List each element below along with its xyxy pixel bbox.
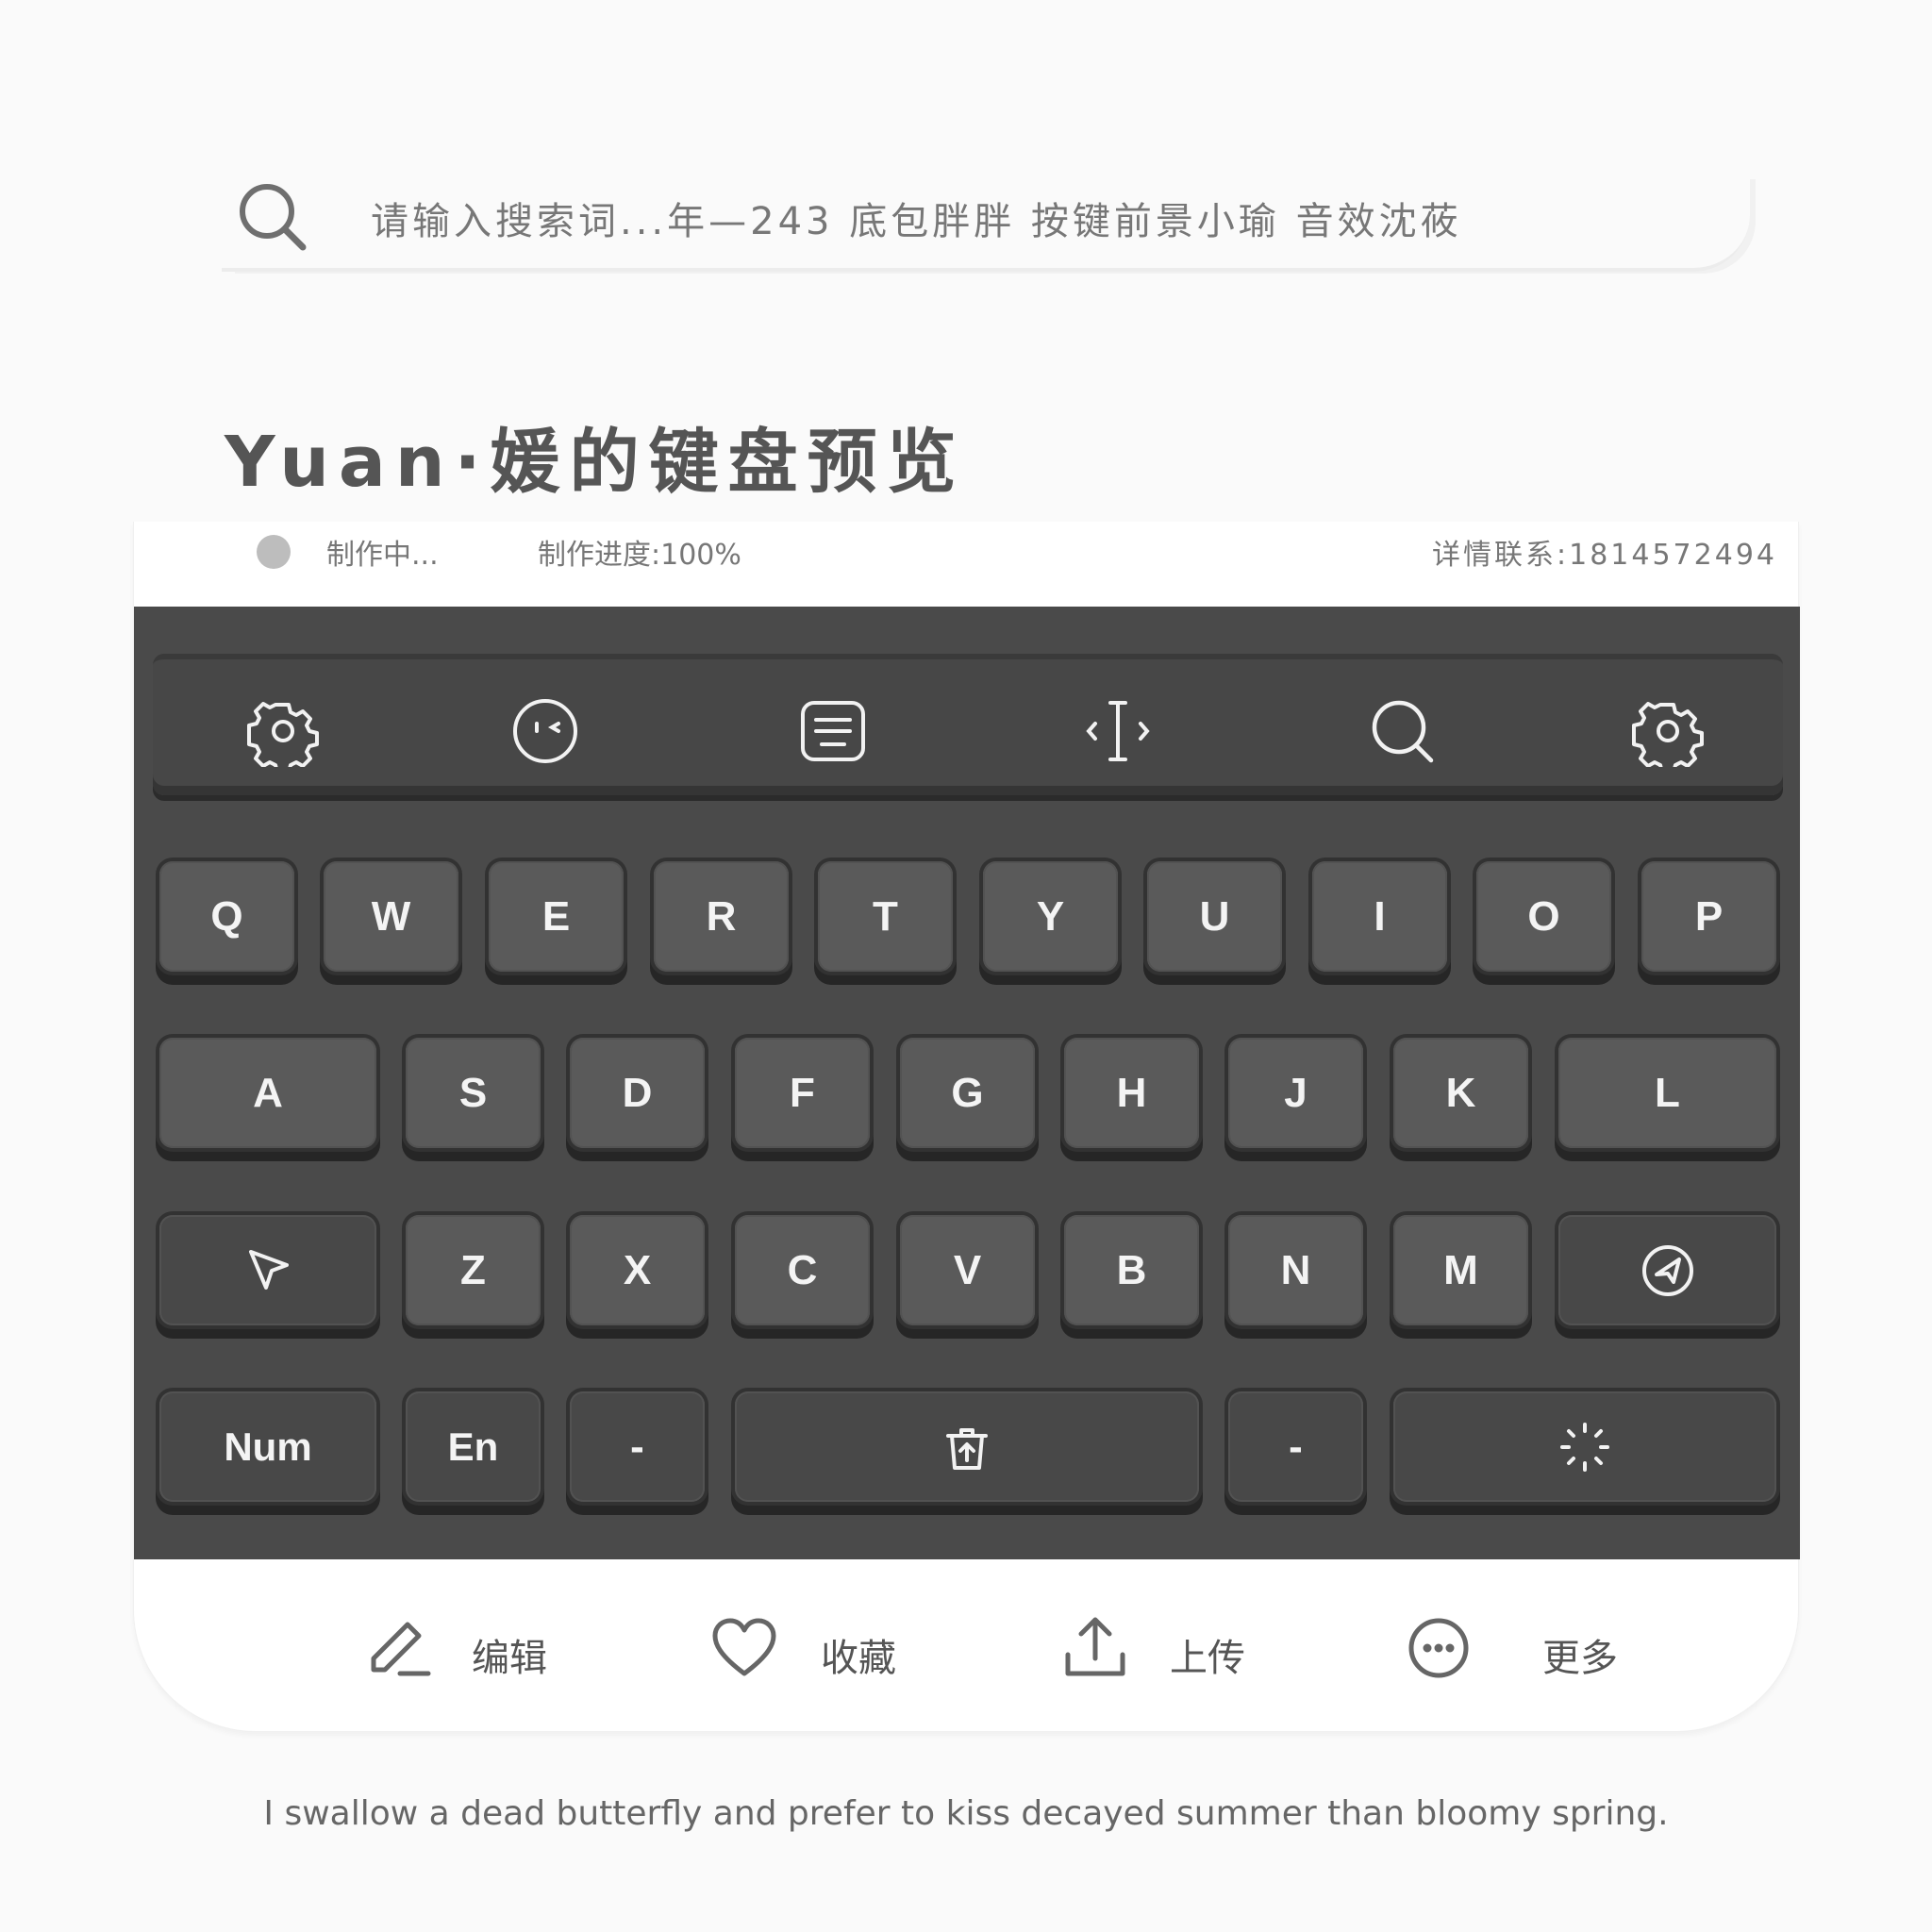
edit-button[interactable]: 编辑 [366,1610,547,1686]
status-making: 制作中... [326,539,439,572]
en-key[interactable]: En [406,1374,541,1502]
status-progress: 制作进度:100% [538,539,741,572]
send-icon [1641,1244,1693,1296]
search-icon[interactable] [235,179,310,255]
key-d[interactable]: D [570,1021,705,1148]
face-icon[interactable] [509,695,581,767]
upload-label: 上传 [1170,1637,1245,1680]
keyboard: Q W E R T Y U I O P A S D F G H J K L Z … [134,607,1800,1559]
key-u[interactable]: U [1147,844,1282,972]
dash-key[interactable]: - [570,1374,705,1502]
action-bar: 编辑 收藏 上传 更多 [134,1559,1798,1732]
key-k[interactable]: K [1393,1021,1528,1148]
key-j[interactable]: J [1228,1021,1363,1148]
key-t[interactable]: T [818,844,953,972]
gear-icon[interactable] [247,695,319,767]
key-c[interactable]: C [735,1198,870,1325]
status-contact: 详情联系:1814572494 [1432,539,1777,572]
footer-quote: I swallow a dead butterfly and prefer to… [263,1794,1669,1833]
more-button[interactable]: 更多 [1404,1610,1618,1686]
key-e[interactable]: E [489,844,624,972]
key-q[interactable]: Q [159,844,294,972]
more-icon [1408,1618,1469,1678]
key-s[interactable]: S [406,1021,541,1148]
loading-icon [1560,1422,1609,1472]
keyboard-preview-card: 制作中... 制作进度:100% 详情联系:1814572494 Q W E R… [133,522,1800,1732]
trash-upload-icon [946,1427,988,1470]
key-g[interactable]: G [900,1021,1035,1148]
send-key[interactable] [1558,1198,1776,1325]
keyboard-icon[interactable] [797,695,869,767]
key-z[interactable]: Z [406,1198,541,1325]
upload-icon [1065,1617,1125,1676]
upload-button[interactable]: 上传 [1060,1610,1245,1686]
key-b[interactable]: B [1064,1198,1199,1325]
dash-key[interactable]: - [1228,1374,1363,1502]
key-f[interactable]: F [735,1021,870,1148]
key-m[interactable]: M [1393,1198,1528,1325]
enter-key[interactable] [1393,1374,1776,1502]
pointer-icon [249,1249,289,1290]
status-bar: 制作中... 制作进度:100% 详情联系:1814572494 [134,522,1798,607]
cursor-icon[interactable] [1082,695,1154,767]
heart-icon [712,1618,776,1676]
search-input[interactable]: 请输入搜索词...年—243 底包胖胖 按键前景小瑜 音效沈莜 [371,191,1462,245]
favorite-button[interactable]: 收藏 [709,1610,896,1686]
key-h[interactable]: H [1064,1021,1199,1148]
gear-icon[interactable] [1632,695,1704,767]
edit-icon [371,1622,431,1676]
edit-label: 编辑 [472,1637,547,1680]
key-o[interactable]: O [1476,844,1611,972]
key-v[interactable]: V [900,1198,1035,1325]
page-title: Yuan·媛的键盘预览 [225,422,966,503]
key-p[interactable]: P [1641,844,1776,972]
search-icon[interactable] [1367,695,1439,767]
key-r[interactable]: R [654,844,789,972]
key-x[interactable]: X [570,1198,705,1325]
key-w[interactable]: W [324,844,458,972]
key-i[interactable]: I [1312,844,1447,972]
favorite-label: 收藏 [821,1637,896,1680]
pointer-key[interactable] [159,1198,376,1325]
more-label: 更多 [1542,1637,1618,1680]
status-dot [257,535,291,569]
key-a[interactable]: A [159,1021,376,1148]
num-key[interactable]: Num [159,1374,376,1502]
search-bar[interactable]: 请输入搜索词...年—243 底包胖胖 按键前景小瑜 音效沈莜 [222,170,1750,272]
keyboard-toolbar [153,654,1783,795]
key-l[interactable]: L [1558,1021,1776,1148]
key-n[interactable]: N [1228,1198,1363,1325]
key-y[interactable]: Y [983,844,1118,972]
space-key[interactable] [735,1374,1199,1502]
